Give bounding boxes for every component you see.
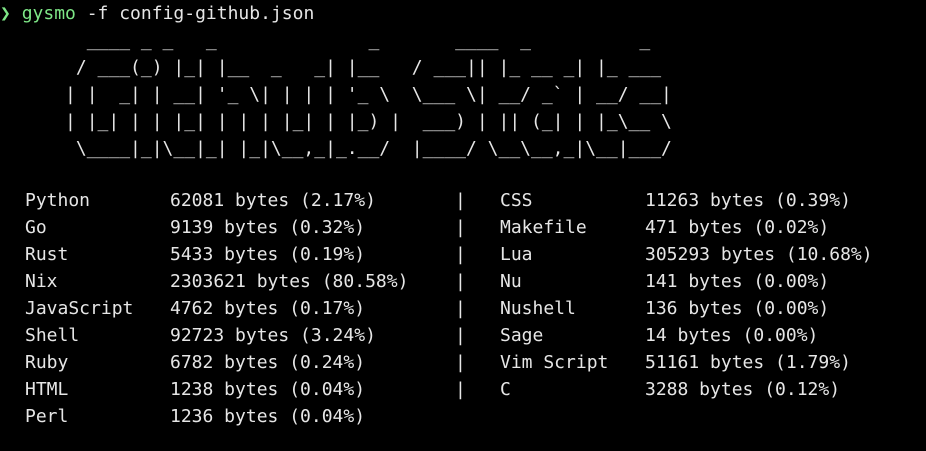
ascii-art-banner: ____ _ _ _ _ ____ _ _ / ___(_) |_| |__ _… [65, 30, 672, 159]
terminal-window: ❯ gysmo -f config-github.json ____ _ _ _… [0, 0, 926, 451]
language-name: Python [25, 190, 91, 211]
language-bytes: 141 bytes (0.00%) [645, 271, 830, 292]
language-bytes: 11263 bytes (0.39%) [645, 190, 851, 211]
stats-row: JavaScript 4762 bytes (0.17%) | Nushell 136 … [0, 295, 873, 322]
language-name: Nix [25, 271, 58, 292]
language-name: Ruby [25, 352, 69, 373]
language-bytes: 5433 bytes (0.19%) [170, 244, 366, 265]
language-name: Nu [500, 271, 522, 292]
row-indent [0, 322, 25, 349]
language-name: Go [25, 217, 47, 238]
language-bytes: 471 bytes (0.02%) [645, 217, 830, 238]
command-line: ❯ gysmo -f config-github.json [0, 0, 314, 27]
row-indent [0, 295, 25, 322]
language-name: Rust [25, 244, 69, 265]
row-indent [0, 376, 25, 403]
stats-row: Ruby 6782 bytes (0.24%) | Vim Script 51161 b… [0, 349, 873, 376]
language-name: JavaScript [25, 298, 134, 319]
language-bytes: 14 bytes (0.00%) [645, 325, 819, 346]
language-bytes: 305293 bytes (10.68%) [645, 244, 873, 265]
language-name: Perl [25, 406, 69, 427]
row-indent [0, 241, 25, 268]
column-separator: | [455, 190, 466, 211]
language-bytes: 62081 bytes (2.17%) [170, 190, 376, 211]
column-separator: | [455, 217, 466, 238]
stats-row: Go 9139 bytes (0.32%) | Makefile 471 bytes (… [0, 214, 873, 241]
column-separator: | [455, 298, 466, 319]
row-indent [0, 349, 25, 376]
column-separator: | [455, 271, 466, 292]
column-separator: | [455, 325, 466, 346]
language-name: HTML [25, 379, 69, 400]
language-stats-table: Python 62081 bytes (2.17%) | CSS 11263 bytes… [0, 187, 873, 430]
language-bytes: 2303621 bytes (80.58%) [170, 271, 409, 292]
stats-row: Perl 1236 bytes (0.04%) [0, 403, 873, 430]
column-separator: | [455, 352, 466, 373]
row-indent [0, 187, 25, 214]
stats-row: Nix 2303621 bytes (80.58%) | Nu 141 bytes (0… [0, 268, 873, 295]
language-name [500, 403, 645, 430]
language-bytes: 4762 bytes (0.17%) [170, 298, 366, 319]
prompt-arrow-icon: ❯ [0, 3, 11, 24]
language-bytes: 51161 bytes (1.79%) [645, 352, 851, 373]
stats-row: Shell 92723 bytes (3.24%) | Sage 14 bytes (0… [0, 322, 873, 349]
column-separator: | [455, 244, 466, 265]
column-separator: | [455, 379, 466, 400]
row-indent [0, 268, 25, 295]
language-bytes: 1238 bytes (0.04%) [170, 379, 366, 400]
language-bytes [645, 403, 873, 430]
row-indent [0, 214, 25, 241]
language-name: Vim Script [500, 352, 609, 373]
language-bytes: 6782 bytes (0.24%) [170, 352, 366, 373]
language-name: Nushell [500, 298, 576, 319]
language-name: Makefile [500, 217, 587, 238]
language-bytes: 3288 bytes (0.12%) [645, 379, 841, 400]
column-separator [455, 403, 500, 430]
row-indent [0, 403, 25, 430]
stats-row: Python 62081 bytes (2.17%) | CSS 11263 bytes… [0, 187, 873, 214]
language-name: Sage [500, 325, 544, 346]
language-bytes: 9139 bytes (0.32%) [170, 217, 366, 238]
stats-row: HTML 1238 bytes (0.04%) | C 3288 bytes (0.12… [0, 376, 873, 403]
stats-row: Rust 5433 bytes (0.19%) | Lua 305293 bytes (… [0, 241, 873, 268]
language-name: CSS [500, 190, 533, 211]
language-stats-body: Python 62081 bytes (2.17%) | CSS 11263 bytes… [0, 187, 873, 430]
language-name: Shell [25, 325, 80, 346]
language-name: Lua [500, 244, 533, 265]
language-bytes: 1236 bytes (0.04%) [170, 406, 366, 427]
command-arguments: -f config-github.json [75, 3, 315, 24]
command-name: gysmo [21, 3, 76, 24]
language-bytes: 136 bytes (0.00%) [645, 298, 830, 319]
language-name: C [500, 379, 511, 400]
language-bytes: 92723 bytes (3.24%) [170, 325, 376, 346]
